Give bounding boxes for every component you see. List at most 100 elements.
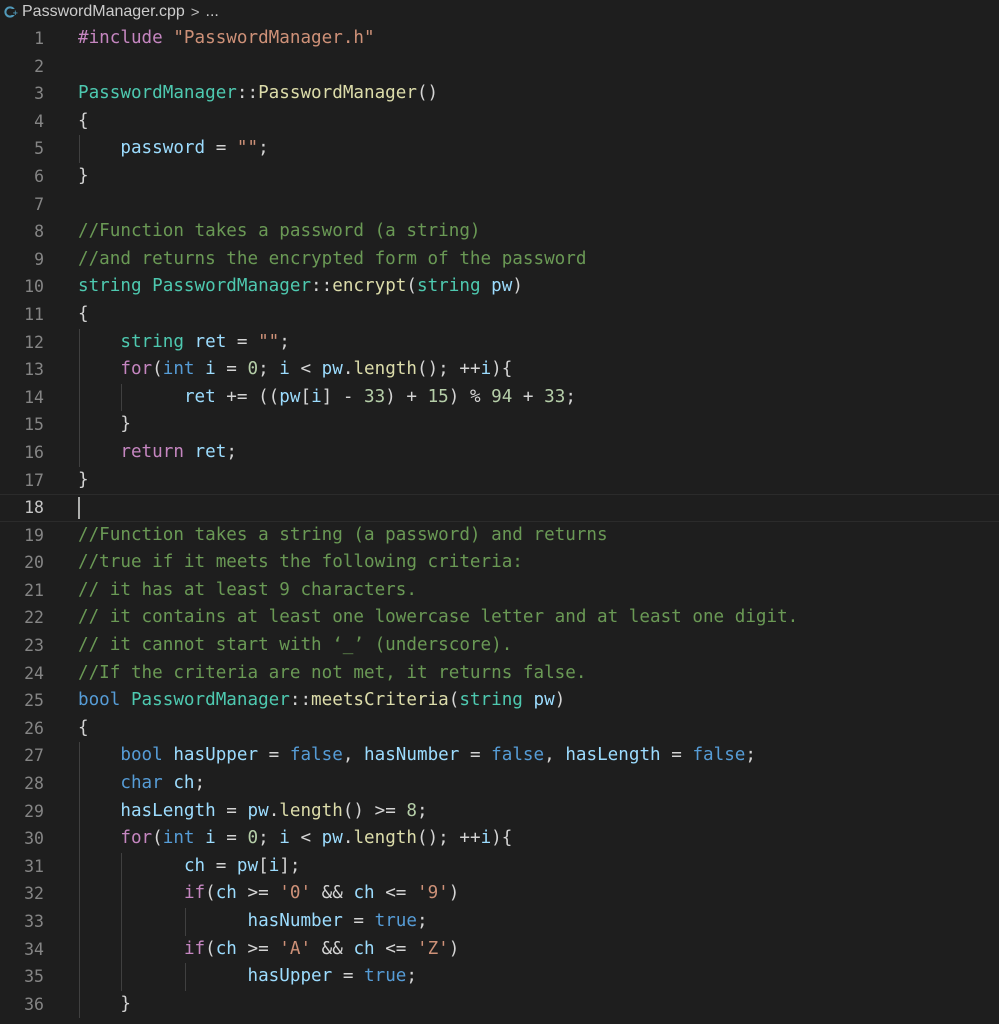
code-line[interactable]: 9 //and returns the encrypted form of the… (0, 246, 999, 274)
line-number[interactable]: 13 (0, 356, 44, 384)
line-number[interactable]: 26 (0, 715, 44, 743)
code-line[interactable]: 18 (0, 494, 999, 522)
line-number[interactable]: 36 (0, 991, 44, 1019)
line-number[interactable]: 5 (0, 135, 44, 163)
line-number[interactable]: 22 (0, 604, 44, 632)
code-line[interactable]: 30 for(int i = 0; i < pw.length(); ++i){ (0, 825, 999, 853)
line-number[interactable]: 18 (0, 494, 44, 522)
code-line[interactable]: 21 // it has at least 9 characters. (0, 577, 999, 605)
code-line[interactable]: 29 hasLength = pw.length() >= 8; (0, 797, 999, 826)
line-number[interactable]: 32 (0, 880, 44, 908)
code-line[interactable]: 20 //true if it meets the following crite… (0, 549, 999, 577)
line-number[interactable]: 35 (0, 963, 44, 991)
line-number[interactable]: 9 (0, 246, 44, 274)
code-line[interactable]: 26 { (0, 715, 999, 743)
code-line[interactable]: 7 (0, 191, 999, 219)
line-number[interactable]: 3 (0, 80, 44, 108)
code-line[interactable]: 25 bool PasswordManager::meetsCriteria(st… (0, 687, 999, 715)
code-line[interactable]: 23 // it cannot start with ‘_’ (underscor… (0, 632, 999, 660)
code-line[interactable]: 11 { (0, 301, 999, 329)
code-token: ( (406, 276, 417, 297)
line-number[interactable]: 23 (0, 632, 44, 660)
code-token: false (289, 745, 343, 766)
code-line[interactable]: 36 } (0, 990, 999, 1019)
line-number[interactable]: 8 (0, 218, 44, 246)
code-token: ]; (279, 855, 301, 876)
code-line[interactable]: 3 PasswordManager::PasswordManager() (0, 80, 999, 108)
code-line[interactable]: 13 for(int i = 0; i < pw.length(); ++i){ (0, 356, 999, 384)
line-number[interactable]: 16 (0, 439, 44, 467)
code-line[interactable]: 2 (0, 53, 999, 81)
code-line[interactable]: 16 return ret; (0, 438, 999, 467)
code-token: for (120, 359, 153, 380)
code-line[interactable]: 27 bool hasUpper = false, hasNumber = fa… (0, 742, 999, 771)
line-number[interactable]: 14 (0, 384, 44, 412)
line-number[interactable]: 2 (0, 53, 44, 81)
code-token: string (416, 276, 481, 297)
line-number[interactable]: 27 (0, 742, 44, 770)
code-token: :: (236, 83, 259, 104)
line-number[interactable]: 1 (0, 25, 44, 53)
code-token: length (279, 800, 343, 821)
code-token: } (78, 165, 89, 186)
code-token: ( (448, 690, 460, 711)
code-token: string (78, 276, 142, 297)
code-line[interactable]: 15 } (0, 411, 999, 439)
line-number[interactable]: 4 (0, 108, 44, 136)
line-number[interactable]: 29 (0, 798, 44, 826)
line-number[interactable]: 25 (0, 687, 44, 715)
line-number[interactable]: 31 (0, 853, 44, 881)
code-line[interactable]: 17} (0, 467, 999, 495)
line-number[interactable]: 21 (0, 577, 44, 605)
code-text: // it has at least 9 characters. (78, 577, 417, 605)
code-line[interactable]: 1 #include "PasswordManager.h" (0, 25, 999, 53)
code-text: //and returns the encrypted form of the … (78, 246, 586, 274)
code-line[interactable]: 4{ (0, 108, 999, 136)
code-text: PasswordManager::PasswordManager() (78, 80, 438, 108)
code-token: = (205, 855, 237, 876)
code-line[interactable]: 34 if(ch >= 'A' && ch <= 'Z') (0, 935, 999, 964)
code-token: ; (417, 800, 428, 821)
code-line[interactable]: 6} (0, 163, 999, 191)
code-line[interactable]: 22 // it contains at least one lowercase … (0, 604, 999, 632)
line-number[interactable]: 33 (0, 908, 44, 936)
line-number[interactable]: 34 (0, 936, 44, 964)
code-line[interactable]: 10 string PasswordManager::encrypt(string… (0, 273, 999, 301)
line-number[interactable]: 20 (0, 549, 44, 577)
line-number[interactable]: 10 (0, 273, 44, 301)
line-number[interactable]: 28 (0, 770, 44, 798)
code-line[interactable]: 12 string ret = ""; (0, 328, 999, 357)
code-line[interactable]: 24 //If the criteria are not met, it retu… (0, 660, 999, 688)
code-line[interactable]: 5 password = ""; (0, 135, 999, 163)
code-line[interactable]: 19 //Function takes a string (a password)… (0, 522, 999, 550)
code-token: ch (183, 855, 206, 876)
code-line[interactable]: 8 //Function takes a password (a string) (0, 218, 999, 246)
line-number[interactable]: 15 (0, 411, 44, 439)
code-line[interactable]: 32 if(ch >= '0' && ch <= '9') (0, 880, 999, 908)
code-token: 'Z' (417, 938, 449, 959)
line-number[interactable]: 11 (0, 301, 44, 329)
code-line[interactable]: 31 ch = pw[i]; (0, 852, 999, 881)
line-number[interactable]: 19 (0, 522, 44, 550)
code-line[interactable]: 28 char ch; (0, 770, 999, 798)
code-token: ){ (491, 359, 513, 380)
code-token: PasswordManager (258, 83, 417, 104)
line-number[interactable]: 7 (0, 191, 44, 219)
breadcrumb-ellipsis[interactable]: ... (206, 3, 219, 21)
line-number[interactable]: 24 (0, 660, 44, 688)
breadcrumb-file-name[interactable]: PasswordManager.cpp (22, 3, 185, 21)
line-number[interactable]: 30 (0, 825, 44, 853)
breadcrumb: + PasswordManager.cpp > ... (0, 0, 999, 24)
line-number[interactable]: 6 (0, 163, 44, 191)
code-line[interactable]: 35 hasUpper = true; (0, 963, 999, 991)
code-line[interactable]: 14 ret += ((pw[i] - 33) + 15) % 94 + 33; (0, 383, 999, 412)
line-number[interactable]: 17 (0, 467, 44, 495)
code-text: bool PasswordManager::meetsCriteria(stri… (78, 687, 565, 715)
line-number[interactable]: 12 (0, 329, 44, 357)
code-line[interactable]: 33 hasNumber = true; (0, 908, 999, 936)
code-editor[interactable]: 1 #include "PasswordManager.h" 2 3 PasswordM… (0, 25, 999, 1019)
code-text: // it contains at least one lowercase le… (78, 604, 798, 632)
code-token: [ (258, 855, 269, 876)
code-text: password = ""; (78, 135, 268, 163)
